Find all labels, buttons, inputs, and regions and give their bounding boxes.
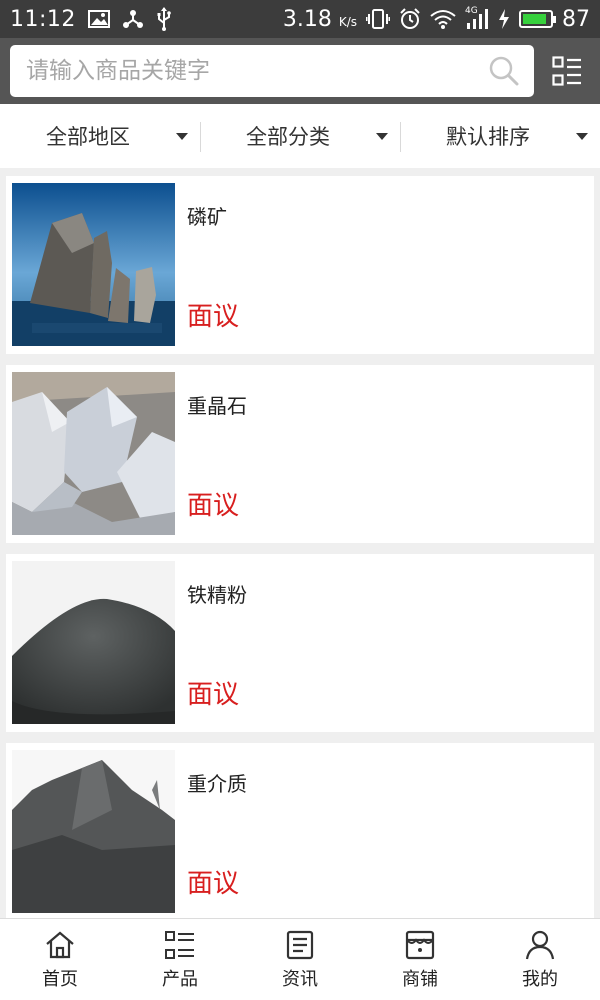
product-price: 面议 xyxy=(187,680,240,710)
filter-region[interactable]: 全部地区 xyxy=(0,104,200,168)
shop-icon xyxy=(405,930,435,959)
nav-news-label: 资讯 xyxy=(282,968,318,990)
filter-bar: 全部地区 全部分类 默认排序 xyxy=(0,104,600,168)
product-card[interactable]: 重晶石 面议 xyxy=(6,365,594,543)
product-card[interactable]: 磷矿 面议 xyxy=(6,176,594,354)
wifi-icon xyxy=(430,9,456,29)
bottom-nav: 首页 产品 资讯 商铺 我的 xyxy=(0,918,600,1000)
product-price: 面议 xyxy=(187,491,240,521)
nav-products[interactable]: 产品 xyxy=(120,919,240,1000)
news-icon xyxy=(286,930,314,959)
nav-home-label: 首页 xyxy=(42,968,78,990)
nav-shop[interactable]: 商铺 xyxy=(360,919,480,1000)
product-price: 面议 xyxy=(187,302,240,332)
nav-mine-label: 我的 xyxy=(522,968,558,990)
status-time: 11:12 xyxy=(10,6,76,32)
product-name: 铁精粉 xyxy=(187,583,247,607)
product-card[interactable]: 铁精粉 面议 xyxy=(6,554,594,732)
nav-shop-label: 商铺 xyxy=(402,968,438,990)
signal-icon: 4G xyxy=(465,6,489,30)
nav-products-label: 产品 xyxy=(162,968,198,990)
dense-medium-pile-photo[interactable] xyxy=(12,750,175,913)
usb-icon xyxy=(156,7,172,31)
share-notification-icon xyxy=(122,8,144,30)
vibrate-icon xyxy=(366,8,390,30)
category-menu-button[interactable] xyxy=(552,56,582,86)
nav-mine[interactable]: 我的 xyxy=(480,919,600,1000)
status-bar: 11:12 3.18 K/s 4G 87 xyxy=(0,0,600,38)
product-list-icon xyxy=(165,930,194,959)
filter-category-label: 全部分类 xyxy=(246,125,330,149)
caret-down-icon xyxy=(576,133,588,140)
filter-region-label: 全部地区 xyxy=(46,125,130,149)
product-name: 重晶石 xyxy=(187,394,247,418)
network-type-label: 4G xyxy=(465,6,478,16)
filter-sort-label: 默认排序 xyxy=(446,125,530,149)
product-card[interactable]: 重介质 面议 xyxy=(6,743,594,921)
iron-concentrate-powder-photo[interactable] xyxy=(12,561,175,724)
barite-photo[interactable] xyxy=(12,372,175,535)
caret-down-icon xyxy=(176,133,188,140)
grid-list-icon xyxy=(552,56,581,86)
battery-level: 87 xyxy=(562,6,590,32)
filter-category[interactable]: 全部分类 xyxy=(200,104,400,168)
caret-down-icon xyxy=(376,133,388,140)
nav-home[interactable]: 首页 xyxy=(0,919,120,1000)
search-header xyxy=(0,38,600,104)
nav-news[interactable]: 资讯 xyxy=(240,919,360,1000)
alarm-icon xyxy=(399,8,421,30)
search-icon[interactable] xyxy=(488,55,520,87)
search-box[interactable] xyxy=(10,45,534,97)
user-icon xyxy=(525,930,555,959)
battery-icon xyxy=(519,10,556,28)
phosphate-rock-photo[interactable] xyxy=(12,183,175,346)
product-list: 磷矿 面议 重晶石 面议 铁精粉 面议 重介质 面议 xyxy=(6,176,594,932)
network-speed: 3.18 K/s xyxy=(282,6,357,32)
search-input[interactable] xyxy=(26,58,488,84)
product-price: 面议 xyxy=(187,869,240,899)
filter-sort[interactable]: 默认排序 xyxy=(400,104,600,168)
product-name: 磷矿 xyxy=(187,205,227,229)
charging-icon xyxy=(498,9,510,29)
product-name: 重介质 xyxy=(187,772,247,796)
home-icon xyxy=(46,931,74,958)
image-notification-icon xyxy=(87,10,110,28)
